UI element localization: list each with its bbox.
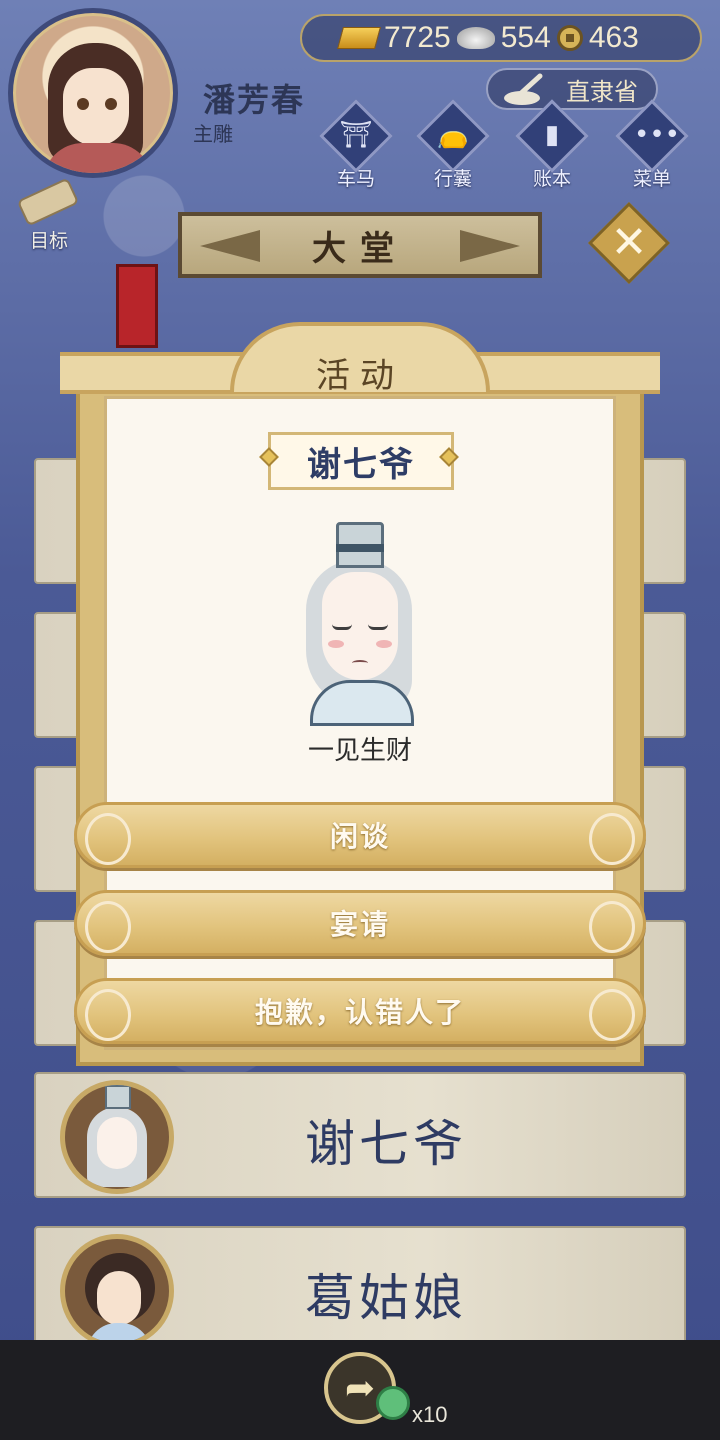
player-avatar[interactable] [8,8,178,178]
avatar-eye [105,98,117,110]
list-item-ge[interactable]: 葛姑娘 [34,1226,686,1352]
npc-cheek [328,640,344,648]
hall-title-plaque: 大堂 [178,212,542,278]
menu-more-button[interactable]: ••• 菜单 [612,99,692,190]
menu-ledger-button[interactable]: ▮ 账本 [512,99,592,190]
menu-label: 菜单 [632,168,671,190]
avatar-eye [77,98,89,110]
avatar-face [63,68,129,146]
choice-label: 闲谈 [329,820,390,853]
hall-title: 大堂 [312,228,408,269]
choice-label: 宴请 [329,908,390,941]
gold-ingot-icon [337,27,381,49]
carriage-icon: ⛩ [339,120,373,150]
region-label: 直隶省 [566,77,638,106]
copper-coin-icon [556,25,583,51]
ledger-icon: ▮ [544,120,560,150]
menu-bag-button[interactable]: 👝 行囊 [413,99,493,190]
menu-carriage-button[interactable]: ⛩ 车马 [316,99,396,190]
share-icon: ➦ [344,1367,376,1409]
jade-count: x10 [412,1402,448,1427]
map-brush-icon [504,73,543,105]
menu-label: 行囊 [433,168,472,190]
player-title: 主雕 [193,122,233,146]
chat-button[interactable]: 闲谈 [74,802,646,868]
player-name: 潘芳春 [203,81,306,119]
scroll-icon [16,177,80,227]
bag-icon: 👝 [436,120,470,150]
npc-hat-band [336,544,384,552]
currency-bar: 7725 554 463 [300,14,702,62]
goal-label: 目标 [30,230,69,252]
coin-amount: 463 [588,21,639,54]
modal-title: 活动 [316,356,404,396]
npc-portrait [292,520,428,726]
banquet-button[interactable]: 宴请 [74,890,646,956]
npc-eye [332,624,352,630]
choice-label: 抱歉，认错人了 [254,996,465,1029]
lattice-door-icon [116,264,158,348]
menu-label: 账本 [532,168,571,190]
npc-trait: 一见生财 [307,736,412,766]
close-icon[interactable]: ✕ [606,218,652,268]
npc-name: 谢七爷 [307,444,415,485]
menu-label: 车马 [336,168,375,190]
silver-ingot-icon [456,27,495,49]
npc-mouth [352,660,368,666]
npc-name: 葛姑娘 [305,1269,467,1327]
more-icon: ••• [634,120,681,150]
npc-cheek [376,640,392,648]
goal-button[interactable]: 目标 [10,177,90,252]
silver-amount: 554 [500,21,551,54]
npc-eye [368,624,388,630]
gold-amount: 7725 [384,21,451,54]
list-item-xie[interactable]: 谢七爷 [34,1072,686,1198]
jade-icon [376,1386,410,1420]
apologize-button[interactable]: 抱歉，认错人了 [74,978,646,1044]
npc-nameplate: 谢七爷 [268,432,454,490]
npc-name: 谢七爷 [305,1115,467,1173]
